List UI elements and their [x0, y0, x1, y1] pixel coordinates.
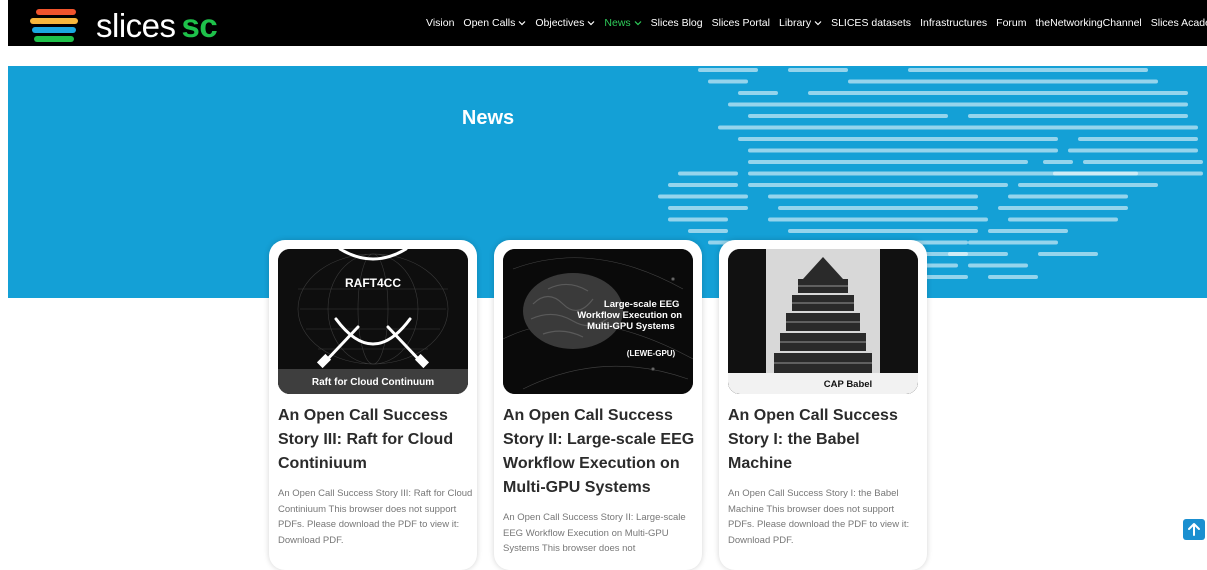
- nav-item-label: Slices Portal: [711, 17, 770, 29]
- nav-item-slices-academy[interactable]: Slices Academy: [1151, 16, 1207, 30]
- news-card-image-caption: Raft for Cloud Continuum: [312, 377, 434, 388]
- news-card-excerpt: An Open Call Success Story III: Raft for…: [278, 488, 473, 546]
- news-card-image[interactable]: RAFT4CC Raft for Cloud Continuum: [278, 249, 468, 394]
- nav-item-slices-portal[interactable]: Slices Portal: [712, 16, 770, 30]
- nav-item-slices-blog[interactable]: Slices Blog: [651, 16, 703, 30]
- news-card-image[interactable]: CAP Babel: [728, 249, 918, 394]
- page-title: News: [461, 107, 515, 129]
- news-card-title[interactable]: An Open Call Success Story I: the Babel …: [728, 404, 923, 476]
- news-card-image-caption: (LEWE-GPU): [627, 349, 676, 358]
- nav-item-infrastructures[interactable]: Infrastructures: [920, 16, 987, 30]
- nav-item-thenetworkingchannel[interactable]: theNetworkingChannel: [1036, 16, 1142, 30]
- news-card-title[interactable]: An Open Call Success Story III: Raft for…: [278, 404, 473, 476]
- nav-item-library[interactable]: Library: [779, 16, 822, 30]
- logo-wordmark: slices sc: [96, 7, 218, 44]
- nav-item-label: Vision: [426, 17, 455, 29]
- nav-item-objectives[interactable]: Objectives: [535, 16, 595, 30]
- top-navbar: slices sc Vision Open Calls Objectives News S…: [8, 0, 1207, 46]
- news-card-excerpt: An Open Call Success Story I: the Babel …: [728, 488, 910, 546]
- nav-item-vision[interactable]: Vision: [426, 16, 454, 30]
- news-card-image-caption: CAP Babel: [824, 379, 872, 390]
- nav-item-label: Slices Academy: [1150, 17, 1207, 29]
- nav-item-label: Library: [778, 17, 812, 29]
- logo-bars-icon: [30, 9, 78, 45]
- nav-item-label: Forum: [996, 17, 1027, 29]
- arrow-up-icon: [1188, 523, 1200, 536]
- scroll-to-top-button[interactable]: [1183, 519, 1205, 540]
- chevron-down-icon: [587, 19, 595, 27]
- nav-item-label: Open Calls: [463, 17, 516, 29]
- nav-item-label: SLICES datasets: [831, 17, 912, 29]
- nav-item-label: Infrastructures: [920, 17, 988, 29]
- news-card[interactable]: CAP Babel An Open Call Success Story I: …: [719, 240, 927, 570]
- nav-item-forum[interactable]: Forum: [996, 16, 1026, 30]
- nav-item-label: Objectives: [535, 17, 585, 29]
- news-card-excerpt: An Open Call Success Story II: Large-sca…: [503, 512, 686, 554]
- main-menu: Vision Open Calls Objectives News Slices Blo…: [426, 16, 1207, 30]
- news-card-image[interactable]: Large-scale EEG Workflow Execution on Mu…: [503, 249, 693, 394]
- chevron-down-icon: [518, 19, 526, 27]
- news-card[interactable]: RAFT4CC Raft for Cloud Continuum An Open…: [269, 240, 477, 570]
- nav-item-slices-datasets[interactable]: SLICES datasets: [831, 16, 911, 30]
- nav-item-label: News: [604, 17, 631, 29]
- nav-item-label: theNetworkingChannel: [1035, 17, 1142, 29]
- nav-item-label: Slices Blog: [650, 17, 703, 29]
- news-card-image-label: RAFT4CC: [345, 276, 401, 290]
- news-card[interactable]: Large-scale EEG Workflow Execution on Mu…: [494, 240, 702, 570]
- news-card-title[interactable]: An Open Call Success Story II: Large-sca…: [503, 404, 698, 500]
- chevron-down-icon: [634, 19, 642, 27]
- chevron-down-icon: [814, 19, 822, 27]
- nav-item-news[interactable]: News: [604, 16, 642, 30]
- nav-item-open-calls[interactable]: Open Calls: [463, 16, 526, 30]
